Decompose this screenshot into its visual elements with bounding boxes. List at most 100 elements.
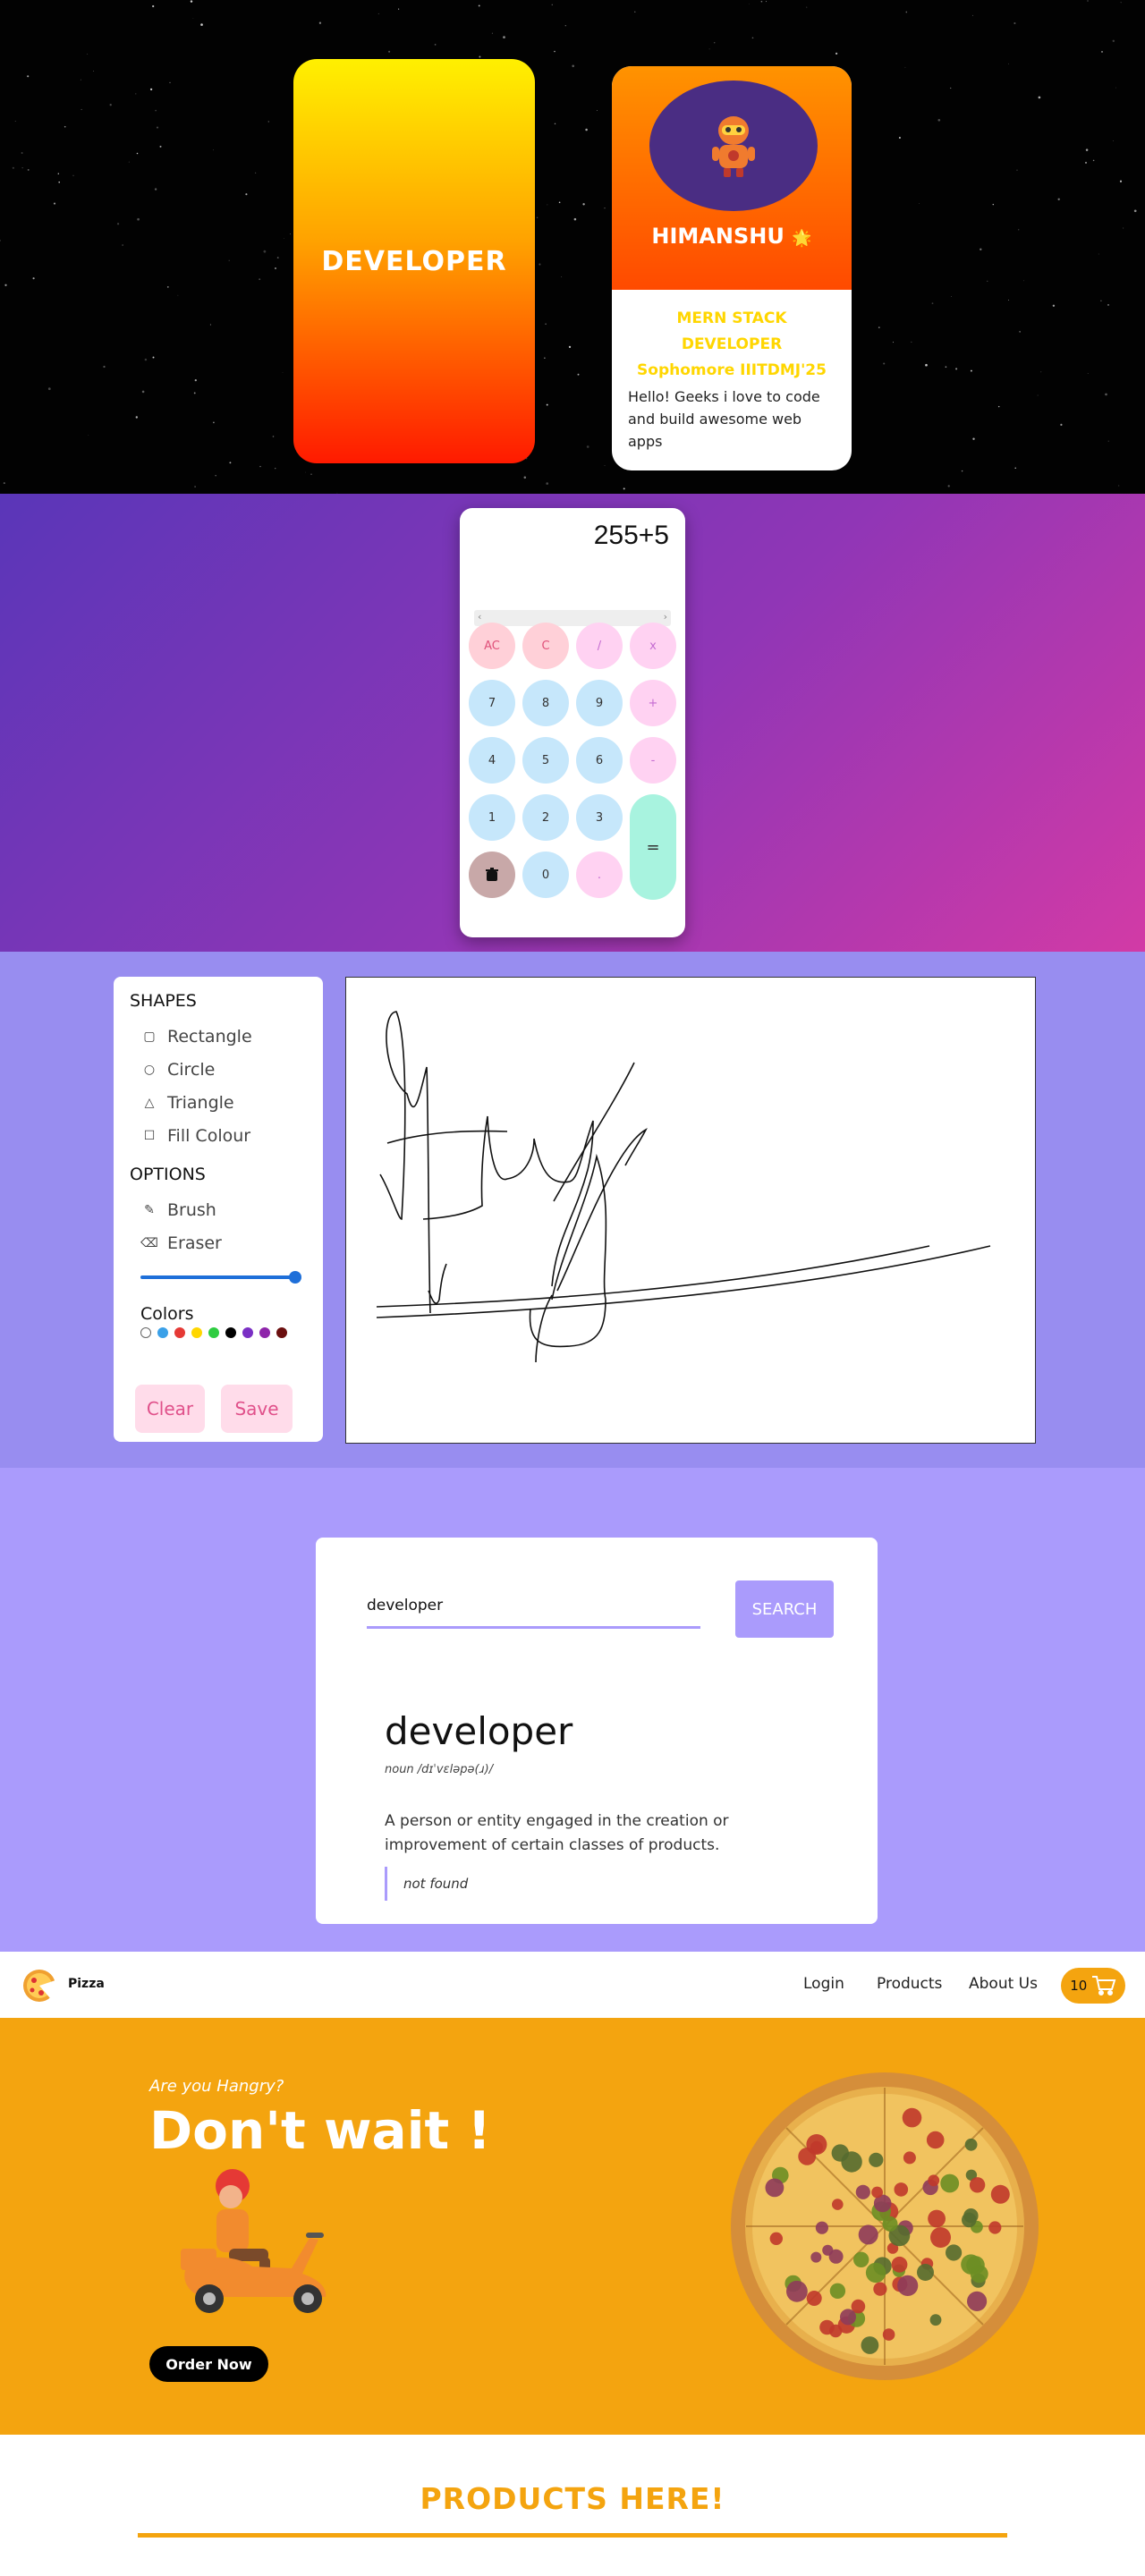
star bbox=[1112, 39, 1115, 43]
star bbox=[1040, 371, 1042, 373]
star bbox=[980, 248, 982, 250]
drawing-canvas[interactable] bbox=[345, 977, 1036, 1444]
card-front-title: DEVELOPER bbox=[321, 245, 507, 277]
key-4[interactable]: 4 bbox=[469, 737, 515, 784]
star bbox=[919, 203, 920, 204]
fill-colour-option[interactable]: ☐ Fill Colour bbox=[130, 1119, 307, 1152]
star bbox=[275, 468, 276, 470]
checkbox-icon[interactable]: ☐ bbox=[140, 1129, 158, 1143]
star bbox=[259, 278, 261, 281]
color-swatch[interactable] bbox=[174, 1327, 185, 1338]
star bbox=[572, 64, 574, 68]
star bbox=[398, 8, 400, 10]
star bbox=[491, 32, 493, 34]
pizza-logo-icon[interactable] bbox=[21, 1968, 57, 2004]
star bbox=[539, 263, 541, 266]
star bbox=[1120, 2, 1122, 4]
key-2[interactable]: 2 bbox=[522, 794, 569, 841]
star bbox=[190, 0, 193, 3]
star bbox=[634, 11, 636, 13]
key-plus[interactable]: + bbox=[630, 680, 676, 726]
calculator-display: 255+5 bbox=[593, 521, 669, 550]
key-ac[interactable]: AC bbox=[469, 623, 515, 669]
key-1[interactable]: 1 bbox=[469, 794, 515, 841]
key-7[interactable]: 7 bbox=[469, 680, 515, 726]
clear-button[interactable]: Clear bbox=[135, 1385, 205, 1433]
hero-title: Don't wait ! bbox=[149, 2100, 491, 2161]
trash-icon bbox=[486, 868, 498, 881]
key-divide[interactable]: / bbox=[576, 623, 623, 669]
star bbox=[21, 152, 23, 154]
star bbox=[546, 482, 549, 485]
save-button[interactable]: Save bbox=[221, 1385, 293, 1433]
key-9[interactable]: 9 bbox=[576, 680, 623, 726]
star bbox=[154, 188, 157, 191]
display-scrollbar[interactable]: ‹ › bbox=[474, 610, 671, 626]
scroll-right-arrow-icon[interactable]: › bbox=[664, 611, 667, 623]
card-back-header: HIMANSHU 🌟 bbox=[612, 66, 852, 290]
key-multiply[interactable]: x bbox=[630, 623, 676, 669]
pizza-topping bbox=[765, 2178, 785, 2198]
key-clear[interactable]: C bbox=[522, 623, 569, 669]
star bbox=[259, 465, 261, 468]
star bbox=[3, 482, 5, 485]
avatar bbox=[649, 80, 818, 211]
key-8[interactable]: 8 bbox=[522, 680, 569, 726]
order-now-button[interactable]: Order Now bbox=[149, 2346, 268, 2382]
cart-button[interactable]: 10 bbox=[1061, 1968, 1125, 2004]
color-swatch[interactable] bbox=[140, 1327, 151, 1338]
nav-about-us[interactable]: About Us bbox=[969, 1975, 1038, 1993]
key-0[interactable]: 0 bbox=[522, 852, 569, 898]
brush-size-slider[interactable] bbox=[140, 1271, 301, 1284]
shape-circle[interactable]: ○ Circle bbox=[130, 1053, 307, 1086]
shape-triangle[interactable]: △ Triangle bbox=[130, 1086, 307, 1119]
color-swatch[interactable] bbox=[225, 1327, 236, 1338]
card-front[interactable]: DEVELOPER bbox=[293, 59, 535, 463]
brand-name[interactable]: Pizza bbox=[68, 1977, 105, 1991]
star bbox=[290, 233, 291, 235]
star bbox=[0, 240, 1, 242]
key-dot[interactable]: . bbox=[576, 852, 623, 898]
star bbox=[156, 126, 159, 129]
nav-products[interactable]: Products bbox=[877, 1975, 942, 1993]
navbar: Pizza Login Products About Us 10 bbox=[0, 1952, 1145, 2018]
products-divider bbox=[138, 2533, 1007, 2538]
card-name: HIMANSHU 🌟 bbox=[612, 224, 852, 249]
key-6[interactable]: 6 bbox=[576, 737, 623, 784]
key-5[interactable]: 5 bbox=[522, 737, 569, 784]
nav-login[interactable]: Login bbox=[803, 1975, 844, 1993]
color-swatch[interactable] bbox=[191, 1327, 202, 1338]
star bbox=[1092, 159, 1095, 162]
star bbox=[377, 13, 379, 14]
card-back[interactable]: HIMANSHU 🌟 MERN STACK DEVELOPER Sophomor… bbox=[612, 66, 852, 470]
star bbox=[434, 44, 437, 46]
key-equals[interactable]: = bbox=[630, 794, 676, 900]
pizza-topping bbox=[873, 2282, 887, 2296]
star bbox=[305, 471, 306, 473]
color-swatch[interactable] bbox=[276, 1327, 287, 1338]
color-swatch[interactable] bbox=[208, 1327, 219, 1338]
shape-rectangle[interactable]: ▢ Rectangle bbox=[130, 1020, 307, 1053]
key-minus[interactable]: - bbox=[630, 737, 676, 784]
option-eraser[interactable]: ⌫ Eraser bbox=[130, 1226, 307, 1259]
option-brush[interactable]: ✎ Brush bbox=[130, 1193, 307, 1226]
word-search-input[interactable] bbox=[367, 1584, 700, 1629]
star bbox=[141, 390, 145, 394]
color-swatch[interactable] bbox=[157, 1327, 168, 1338]
pizza-topping bbox=[897, 2275, 919, 2296]
dictionary-card: SEARCH developer noun /dɪˈvɛləpə(ɹ)/ A p… bbox=[316, 1538, 878, 1924]
slider-knob[interactable] bbox=[289, 1271, 301, 1284]
star bbox=[200, 23, 203, 26]
star bbox=[536, 216, 539, 219]
key-delete[interactable] bbox=[469, 852, 515, 898]
star bbox=[213, 149, 214, 151]
star bbox=[585, 128, 588, 131]
drawing-section: SHAPES ▢ Rectangle ○ Circle △ Triangle ☐… bbox=[0, 952, 1145, 1468]
search-button[interactable]: SEARCH bbox=[735, 1580, 834, 1638]
color-swatch[interactable] bbox=[259, 1327, 270, 1338]
color-swatch[interactable] bbox=[242, 1327, 253, 1338]
key-3[interactable]: 3 bbox=[576, 794, 623, 841]
star bbox=[388, 50, 391, 53]
scroll-left-arrow-icon[interactable]: ‹ bbox=[478, 611, 481, 623]
shape-circle-label: Circle bbox=[167, 1059, 216, 1080]
